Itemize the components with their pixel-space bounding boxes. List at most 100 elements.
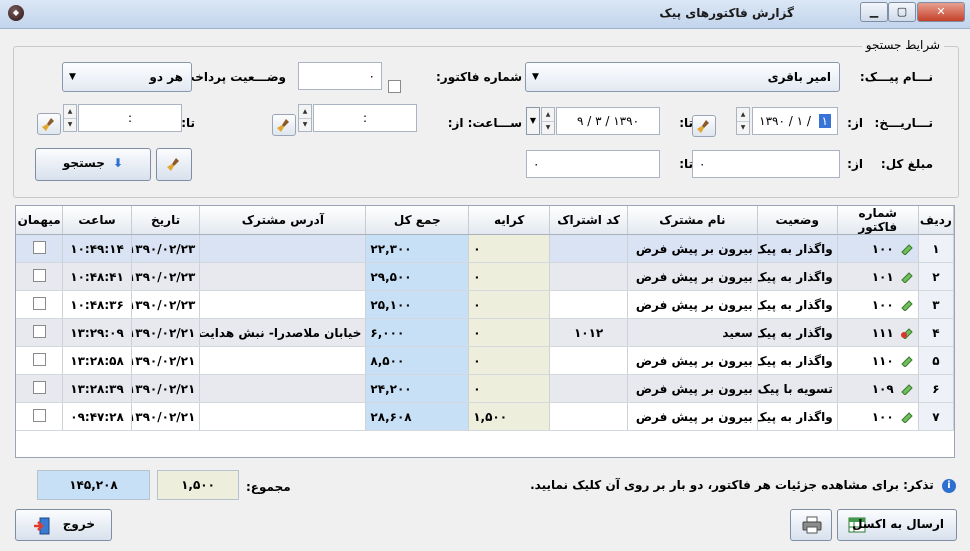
payment-status-label: وضـــعیت پرداخت: [177, 70, 286, 84]
spin-up-icon[interactable]: ▲ [64, 105, 76, 119]
total-from-field[interactable]: ۰ [692, 150, 840, 178]
invoice-number-cell: ۱۱۱ [837, 318, 919, 347]
guest-checkbox[interactable] [32, 408, 46, 422]
subscription-code-cell [549, 374, 629, 403]
fare-cell: ۱,۵۰۰ [468, 402, 551, 431]
invoice-number-cell: ۱۰۰ [837, 290, 919, 319]
column-header[interactable]: تاریخ [131, 206, 201, 235]
time-from-field[interactable]: : [313, 104, 417, 132]
guest-checkbox[interactable] [32, 324, 46, 338]
guest-checkbox[interactable] [32, 380, 46, 394]
spin-down-icon[interactable]: ▼ [737, 121, 749, 134]
time-cell: ۱۰:۴۸:۳۶ [62, 290, 132, 319]
column-header[interactable]: نام مشترک [627, 206, 758, 235]
date-from-day-segment[interactable]: ۱ [818, 114, 831, 128]
invoice-number-field[interactable]: ۰ [298, 62, 382, 90]
customer-name-cell: بیرون بر پیش فرض [627, 402, 758, 431]
table-row[interactable]: ۱ ۱۰۰ واگذار به پیک بیرون بر پیش فرض ۰ ۲۲,۳۰۰… [16, 234, 955, 263]
column-header[interactable]: آدرس مشترک [199, 206, 367, 235]
customer-name-cell: بیرون بر پیش فرض [627, 234, 758, 263]
invoice-icon [900, 299, 914, 312]
date-cell: ۱۳۹۰/۰۲/۲۳ [131, 262, 201, 291]
spin-up-icon[interactable]: ▲ [542, 108, 554, 122]
total-cell: ۸,۵۰۰ [365, 346, 470, 375]
customer-address-cell: خیابان ملاصدرا- نبش هدایت [199, 318, 367, 347]
time-to-spinner[interactable]: ▲ ▼ [63, 104, 77, 132]
date-to-spinner[interactable]: ▲ ▼ [541, 107, 555, 135]
date-from-field[interactable]: ۱ / ۱ / ۱۳۹۰ [752, 107, 838, 135]
time-from-spinner[interactable]: ▲ ▼ [298, 104, 312, 132]
spin-down-icon[interactable]: ▼ [299, 118, 311, 131]
table-row[interactable]: ۵ ۱۱۰ واگذار به پیک بیرون بر پیش فرض ۰ ۸,۵۰۰ ۱… [16, 346, 955, 375]
date-cell: ۱۳۹۰/۰۲/۲۱ [131, 346, 201, 375]
clear-time-from-button[interactable] [272, 114, 296, 136]
fare-cell: ۰ [468, 346, 551, 375]
payment-status-select[interactable]: هر دو ▼ [62, 62, 192, 92]
clear-date-from-button[interactable] [692, 115, 716, 137]
column-header[interactable]: جمع کل [365, 206, 470, 235]
guest-checkbox[interactable] [32, 240, 46, 254]
subscription-code-cell [549, 402, 629, 431]
spin-down-icon[interactable]: ▼ [542, 121, 554, 134]
column-header[interactable]: میهمان [16, 206, 64, 235]
column-header[interactable]: وضعیت [757, 206, 838, 235]
search-button-label: جستجو [62, 156, 105, 170]
date-to-field[interactable]: ۱۳۹۰ / ۳ / ۹ [556, 107, 660, 135]
table-row[interactable]: ۷ ۱۰۰ واگذار به پیک بیرون بر پیش فرض ۱,۵۰۰ ۲۸… [16, 402, 955, 431]
spin-up-icon[interactable]: ▲ [737, 108, 749, 122]
invoice-number-checkbox[interactable] [388, 80, 401, 93]
close-button[interactable]: ✕ [917, 2, 965, 22]
search-button[interactable]: جستجو ⬇ [35, 148, 151, 181]
column-header[interactable]: کد اشتراک [549, 206, 629, 235]
total-to-field[interactable]: ۰ [526, 150, 660, 178]
customer-address-cell [199, 402, 367, 431]
customer-address-cell [199, 346, 367, 375]
table-row[interactable]: ۴ ۱۱۱ واگذار به پیک سعید ۱۰۱۲ ۰ ۶,۰۰۰ خیابان مل… [16, 318, 955, 347]
invoice-icon [900, 411, 914, 424]
fare-cell: ۰ [468, 262, 551, 291]
table-row[interactable]: ۶ ۱۰۹ تسویه با پیک بیرون بر پیش فرض ۰ ۲۴,۲۰۰ ۱… [16, 374, 955, 403]
column-header[interactable]: ردیف [918, 206, 955, 235]
export-excel-button[interactable]: ارسال به اکسل [837, 509, 957, 541]
date-from-spinner[interactable]: ▲ ▼ [736, 107, 750, 135]
exit-button[interactable]: خروج [15, 509, 112, 541]
row-number-cell: ۱ [918, 234, 955, 263]
maximize-button[interactable]: ▢ [888, 2, 916, 22]
fare-cell: ۰ [468, 318, 551, 347]
clear-all-button[interactable] [156, 148, 192, 181]
column-header[interactable]: ساعت [62, 206, 132, 235]
info-icon: i [942, 478, 956, 493]
print-button[interactable] [790, 509, 832, 541]
broom-icon [697, 120, 709, 133]
guest-checkbox[interactable] [32, 352, 46, 366]
fare-cell: ۰ [468, 290, 551, 319]
invoice-number-cell: ۱۰۱ [837, 262, 919, 291]
time-cell: ۱۳:۲۸:۵۸ [62, 346, 132, 375]
table-row[interactable]: ۲ ۱۰۱ واگذار به پیک بیرون بر پیش فرض ۰ ۲۹,۵۰۰… [16, 262, 955, 291]
minimize-button[interactable]: ▁ [860, 2, 888, 22]
customer-name-cell: بیرون بر پیش فرض [627, 374, 758, 403]
spin-up-icon[interactable]: ▲ [299, 105, 311, 119]
column-header[interactable]: شماره فاکتور [837, 206, 919, 235]
courier-select[interactable]: امیر باقری ▼ [525, 62, 840, 92]
date-to-label: تا: [679, 116, 693, 130]
table-row[interactable]: ۳ ۱۰۰ واگذار به پیک بیرون بر پیش فرض ۰ ۲۵,۱۰۰… [16, 290, 955, 319]
total-cell: ۲۹,۵۰۰ [365, 262, 470, 291]
guest-cell [16, 318, 64, 347]
clear-time-to-button[interactable] [37, 113, 61, 135]
exit-label: خروج [62, 517, 95, 531]
time-to-field[interactable]: : [78, 104, 182, 132]
column-header[interactable]: کرایه [468, 206, 551, 235]
time-to-label: تا: [181, 116, 195, 130]
guest-cell [16, 290, 64, 319]
invoice-grid[interactable]: ردیف شماره فاکتور وضعیت نام مشترک کد اشت… [15, 205, 955, 458]
search-criteria-title: شرایط جستجو [861, 38, 944, 52]
invoice-number-label: شماره فاکتور: [436, 70, 522, 84]
invoice-number-text: ۱۰۰ [871, 409, 894, 424]
spin-down-icon[interactable]: ▼ [64, 118, 76, 131]
guest-checkbox[interactable] [32, 296, 46, 310]
report-window: ◆ گزارش فاکتورهای پیک ▁ ▢ ✕ شرایط جستجو … [0, 0, 970, 551]
date-to-dropdown[interactable]: ▼ [526, 107, 540, 135]
guest-checkbox[interactable] [32, 268, 46, 282]
app-icon[interactable]: ◆ [8, 5, 24, 21]
